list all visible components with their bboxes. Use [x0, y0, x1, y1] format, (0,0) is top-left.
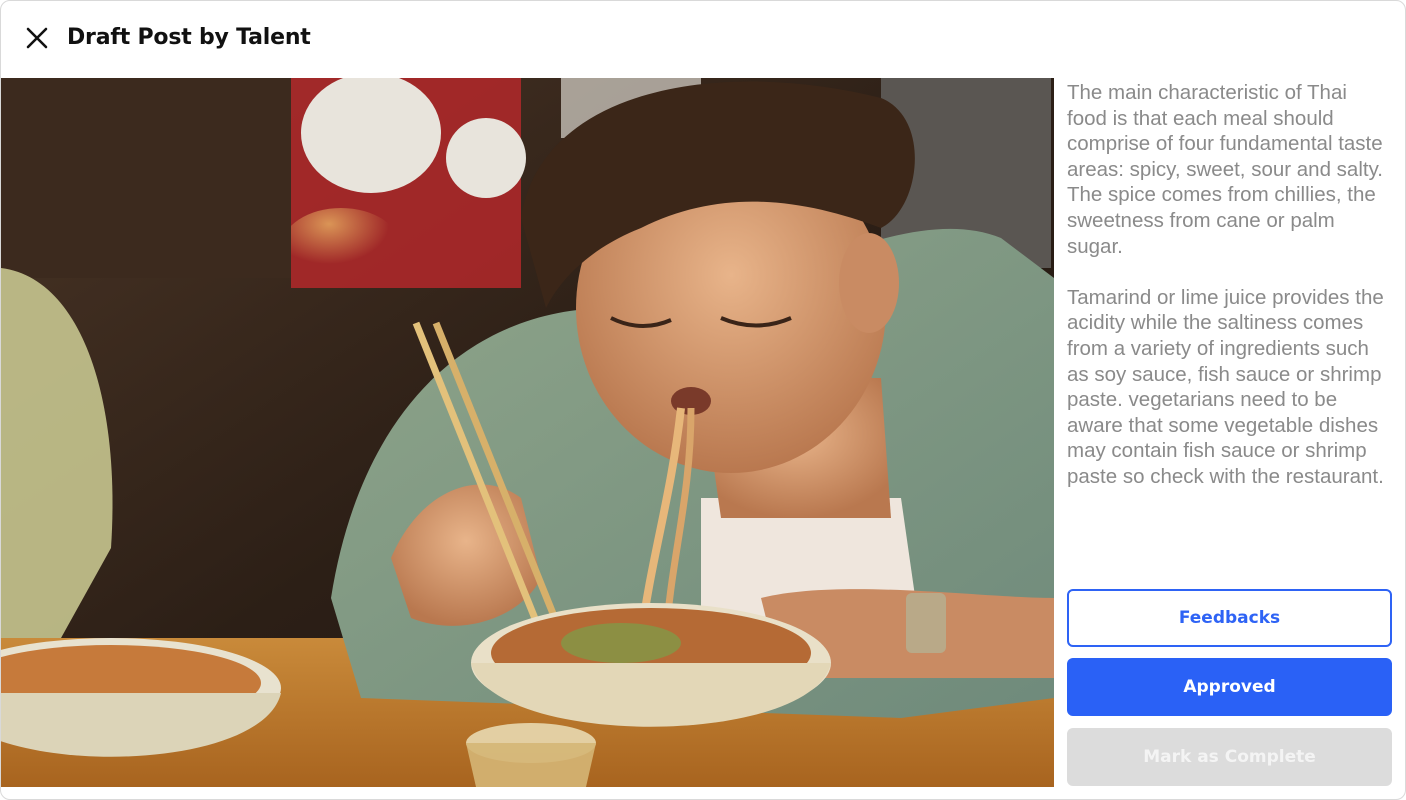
mark-as-complete-button[interactable]: Mark as Complete	[1067, 728, 1392, 786]
post-description-panel: The main characteristic of Thai food is …	[1067, 80, 1387, 490]
modal-title: Draft Post by Talent	[67, 25, 311, 50]
approved-button[interactable]: Approved	[1067, 658, 1392, 716]
close-button[interactable]	[23, 24, 51, 52]
close-icon	[26, 27, 48, 49]
post-image	[1, 78, 1054, 787]
draft-post-modal: Draft Post by Talent The main characteri…	[0, 0, 1406, 800]
modal-header: Draft Post by Talent	[1, 1, 1405, 78]
post-description: The main characteristic of Thai food is …	[1067, 81, 1384, 488]
feedbacks-button[interactable]: Feedbacks	[1067, 589, 1392, 647]
